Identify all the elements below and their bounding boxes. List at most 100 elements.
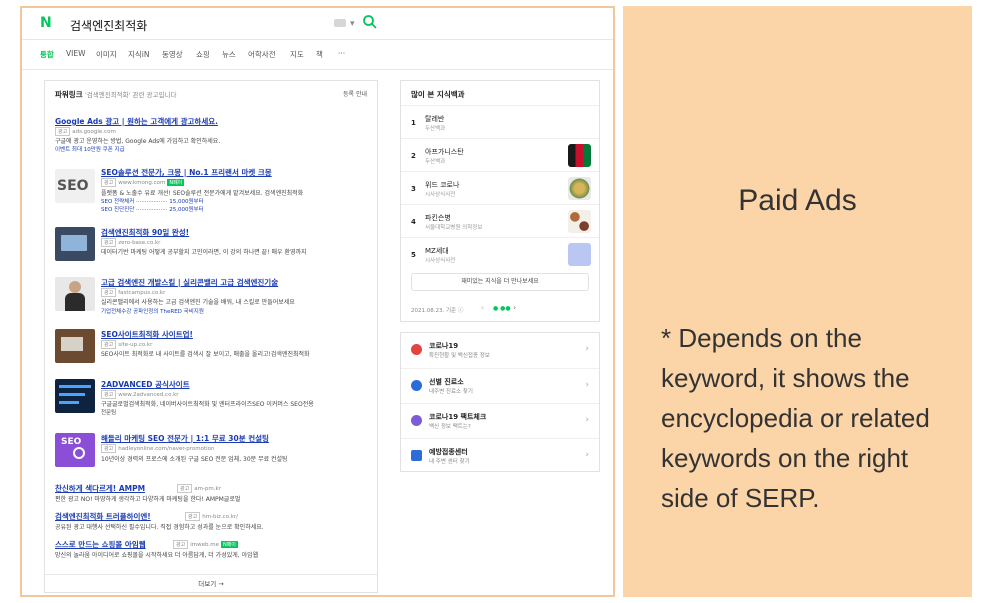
tab-shopping[interactable]: 쇼핑: [196, 49, 210, 60]
covid-link-item[interactable]: 코로나19 팩트체크 백신 정보 팩트는? ›: [401, 403, 599, 437]
covid-links-panel: 코로나19 확진현황 및 백신접종 정보 › 선별 진료소 내주변 진료소 찾기…: [400, 332, 600, 472]
chevron-down-icon[interactable]: ▾: [350, 19, 355, 29]
item-title[interactable]: 파킨슨병: [425, 213, 451, 223]
ad-title[interactable]: 찬신하게 색다르게! AMPM: [55, 483, 145, 494]
powerlink-header: 파워링크 '검색엔진최적화' 관련 광고입니다: [55, 89, 176, 100]
ad-title[interactable]: SEO솔루션 전문가, 크몽 | No.1 프리랜서 마켓 크몽: [101, 167, 272, 178]
ad-title[interactable]: 검색엔진최적화 트러플하이엔!: [55, 511, 151, 522]
item-title[interactable]: MZ세대: [425, 246, 449, 256]
ad-sublink: 전문팀: [101, 410, 117, 416]
tab-map[interactable]: 지도: [290, 49, 304, 60]
ad-description: 플랫폼 & 노출수 유료 개선! SEO솔루션 전문가에게 맡겨보세요. 검색엔…: [101, 190, 304, 197]
naver-logo-icon[interactable]: N: [40, 16, 58, 30]
ad-title[interactable]: 2ADVANCED 공식사이트: [101, 379, 190, 390]
ad-register-link[interactable]: 등록 안내: [343, 89, 367, 98]
ad-title[interactable]: 검색엔진최적화 90일 완성!: [101, 227, 189, 238]
flag-thumbnail[interactable]: [568, 144, 591, 167]
ad-url[interactable]: 광고 site-up.co.kr: [101, 340, 152, 349]
item-title[interactable]: 탈레반: [425, 114, 444, 124]
annotation-panel: Paid Ads * Depends on the keyword, it sh…: [623, 6, 972, 597]
tab-integrated[interactable]: 통합: [40, 49, 54, 60]
serp-screenshot: N 검색엔진최적화 ▾ 통합 VIEW 이미지 지식iN 동영상 쇼핑 뉴스 어…: [20, 6, 615, 597]
next-page-icon[interactable]: ›: [513, 303, 516, 312]
ad-url[interactable]: 광고 zero-base.co.kr: [101, 238, 160, 247]
encyclopedia-item[interactable]: 4 파킨슨병 서울대학교병원 의학정보: [401, 204, 599, 237]
rank-number: 2: [411, 152, 416, 160]
ad-description: 실리콘밸리에서 사용하는 고급 검색엔진 기술을 배워, 내 스킬로 만들어보세…: [101, 299, 295, 306]
encyclopedia-panel: 많이 본 지식백과 1 탈레반 두산백과 2 아프가니스탄 두산백과 3 위드 …: [400, 80, 600, 322]
ad-url[interactable]: 광고 imweb.me N페이: [173, 540, 238, 549]
ad-thumbnail[interactable]: SEO: [55, 169, 95, 203]
ad-thumbnail[interactable]: [55, 379, 95, 413]
ad-url[interactable]: 광고 hm-biz.co.kr/: [185, 512, 238, 521]
ad-title[interactable]: SEO사이트최적화 사이트업!: [101, 329, 193, 340]
powerlink-subtitle: '검색엔진최적화' 관련 광고입니다: [85, 91, 177, 99]
tab-image[interactable]: 이미지: [96, 49, 117, 60]
rank-number: 1: [411, 119, 416, 127]
tab-view[interactable]: VIEW: [66, 49, 86, 58]
fact-check-icon: [411, 415, 422, 426]
item-category: 두산백과: [425, 159, 446, 165]
encyclopedia-title: 많이 본 지식백과: [411, 90, 465, 99]
item-category: 시사상식사전: [425, 192, 456, 198]
link-title: 코로나19: [429, 342, 459, 350]
ad-thumbnail[interactable]: [55, 227, 95, 261]
ad-title[interactable]: 스스로 만드는 쇼핑몰 아임웹: [55, 539, 146, 550]
encyclopedia-item[interactable]: 1 탈레반 두산백과: [401, 105, 599, 138]
ad-thumbnail[interactable]: [55, 277, 95, 311]
encyclopedia-item[interactable]: 2 아프가니스탄 두산백과: [401, 138, 599, 171]
tab-dictionary[interactable]: 어학사전: [248, 49, 276, 60]
ad-description: 망신의 놀라움 아이디어로 쇼핑몰을 시작하세요 더 아름답게, 더 가성있게,…: [55, 552, 259, 559]
ad-url[interactable]: 광고 fastcampus.co.kr: [101, 288, 165, 297]
item-title[interactable]: 위드 코로나: [425, 180, 459, 190]
ad-url[interactable]: 광고 hadleyonline.com/naver-promotion: [101, 444, 215, 453]
tab-book[interactable]: 책: [316, 49, 323, 60]
ad-description: 데이터기반 마케팅 어떻게 공부할지 고민이라면, 이 강의 하나면 끝! 매우…: [101, 249, 307, 256]
encyclopedia-item[interactable]: 5 MZ세대 시사상식사전: [401, 237, 599, 270]
ad-description: 10년이상 경력의 프로스에 소개된 구글 SEO 전문 업체, 30분 무료 …: [101, 456, 288, 463]
ad-url[interactable]: 광고 ads.google.com: [55, 127, 116, 136]
ad-sublink[interactable]: 기업전체수강 공파인정의 TheRED 국비지원: [101, 307, 204, 315]
ad-title[interactable]: 해들리 마케팅 SEO 전문가 | 1:1 무료 30분 컨설팅: [101, 433, 269, 444]
illustration-thumbnail[interactable]: [568, 243, 591, 266]
ad-sublink[interactable]: 이벤트 최대 10만원 쿠폰 지급: [55, 145, 125, 153]
vaccine-center-icon: [411, 450, 422, 461]
ad-thumbnail[interactable]: SEO: [55, 433, 95, 467]
ad-title[interactable]: 고급 검색엔진 개발스킬 | 실리콘밸리 고급 검색엔진기술: [101, 277, 278, 288]
powerlink-title: 파워링크: [55, 90, 83, 99]
search-input[interactable]: 검색엔진최적화: [70, 17, 147, 34]
search-icon[interactable]: [362, 14, 378, 30]
ad-url[interactable]: 광고 www.kmong.com N페이: [101, 178, 185, 187]
ad-sublink[interactable]: SEO 전략체커 ·················· 15,000원부터: [101, 197, 204, 205]
virus-thumbnail[interactable]: [568, 177, 591, 200]
tab-more[interactable]: ···: [338, 49, 345, 58]
ad-description: 공유된 광고 대행사 선택하신 필수입니다. 직접 경험하고 성과를 눈으로 확…: [55, 524, 264, 531]
covid-link-item[interactable]: 예방접종센터 내 주변 센터 찾기 ›: [401, 438, 599, 472]
cell-thumbnail[interactable]: [568, 210, 591, 233]
more-knowledge-button[interactable]: 재미있는 지식을 더 만나보세요: [411, 273, 589, 291]
covid-link-item[interactable]: 코로나19 확진현황 및 백신접종 정보 ›: [401, 333, 599, 367]
item-category: 서울대학교병원 의학정보: [425, 225, 483, 231]
search-tabs: 통합 VIEW 이미지 지식iN 동영상 쇼핑 뉴스 어학사전 지도 책 ···: [22, 40, 613, 70]
ranking-date: 2021.08.23. 기준 ⓘ: [411, 308, 464, 314]
prev-page-icon[interactable]: ‹: [481, 303, 484, 312]
tab-kin[interactable]: 지식iN: [128, 49, 150, 60]
ad-description: 구글글로벌검색최적화, 네이버사이트최적화 및 엔터프라이즈SEO 이커머스 S…: [101, 401, 314, 408]
ad-sublink[interactable]: SEO 진단진단 ·················· 25,000원부터: [101, 205, 204, 213]
tab-news[interactable]: 뉴스: [222, 49, 236, 60]
more-ads-link[interactable]: 더보기 →: [45, 574, 377, 592]
ad-url[interactable]: 광고 www.2advanced.co.kr: [101, 390, 179, 399]
ad-url[interactable]: 광고 am-pm.kr: [177, 484, 221, 493]
keyboard-icon[interactable]: [334, 19, 346, 27]
tab-video[interactable]: 동영상: [162, 49, 183, 60]
encyclopedia-item[interactable]: 3 위드 코로나 시사상식사전: [401, 171, 599, 204]
ad-description: 구글에 광고 운영하는 방법, Google Ads에 가입하고 확인하세요.: [55, 138, 221, 145]
link-title: 예방접종센터: [429, 448, 468, 456]
powerlink-ads: 파워링크 '검색엔진최적화' 관련 광고입니다 등록 안내 Google Ads…: [44, 80, 378, 593]
covid-link-item[interactable]: 선별 진료소 내주변 진료소 찾기 ›: [401, 368, 599, 402]
link-title: 코로나19 팩트체크: [429, 413, 487, 421]
chevron-right-icon: ›: [585, 450, 589, 460]
ad-thumbnail[interactable]: [55, 329, 95, 363]
item-title[interactable]: 아프가니스탄: [425, 147, 464, 157]
ad-title[interactable]: Google Ads 광고 | 원하는 고객에게 광고하세요.: [55, 116, 218, 127]
